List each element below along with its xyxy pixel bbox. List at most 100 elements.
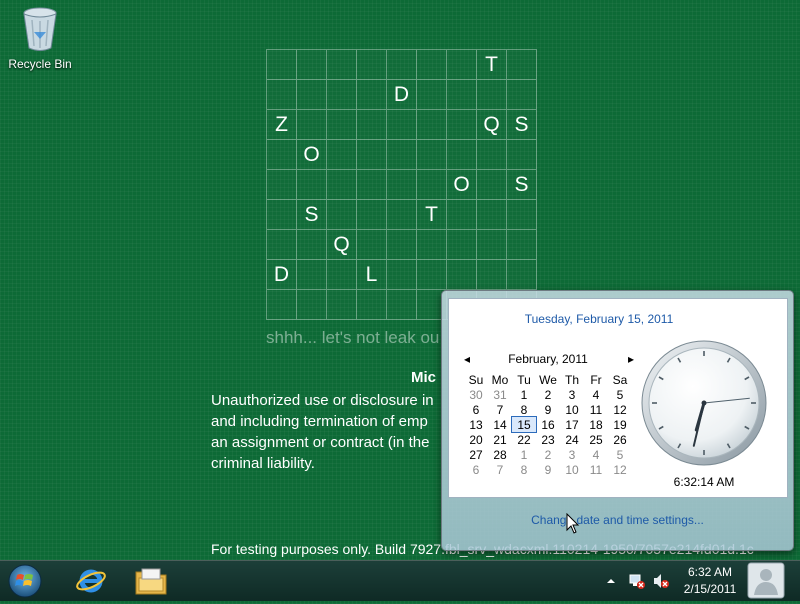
calendar-day[interactable]: 14: [488, 417, 512, 432]
grid-cell: [357, 170, 387, 200]
calendar-day[interactable]: 24: [560, 432, 584, 447]
user-tile-button[interactable]: [746, 562, 786, 599]
show-hidden-icons-button[interactable]: [606, 561, 616, 601]
calendar-day[interactable]: 8: [512, 402, 536, 417]
recycle-bin-icon: [23, 7, 57, 51]
calendar-day[interactable]: 3: [560, 387, 584, 402]
grid-cell: D: [387, 80, 417, 110]
grid-cell: [507, 50, 537, 80]
calendar-day[interactable]: 28: [488, 447, 512, 462]
calendar-day[interactable]: 7: [488, 402, 512, 417]
calendar-day[interactable]: 1: [512, 447, 536, 462]
windows-orb-icon[interactable]: [6, 564, 44, 598]
grid-cell: D: [267, 260, 297, 290]
notice-title: Mic: [411, 369, 437, 386]
calendar-day[interactable]: 6: [464, 402, 488, 417]
popup-content: Tuesday, February 15, 2011 February, 201…: [448, 298, 788, 498]
calendar-day[interactable]: 25: [584, 432, 608, 447]
grid-cell: [357, 200, 387, 230]
grid-cell: [477, 170, 507, 200]
tray-date: 2/15/2011: [683, 582, 737, 596]
grid-cell: [327, 290, 357, 320]
grid-cell: [387, 170, 417, 200]
internet-explorer-button[interactable]: [66, 563, 116, 599]
recycle-bin[interactable]: Recycle Bin: [6, 6, 74, 71]
calendar-day[interactable]: 31: [488, 387, 512, 402]
grid-cell: [477, 230, 507, 260]
calendar-days: 30 31 1 2 3 4 5 6 7 8 9 10 11 12 13 14 15 16 17 18 19 20 21 22 2…: [464, 387, 632, 477]
mouse-cursor-icon: [566, 513, 580, 534]
calendar-day[interactable]: 3: [560, 447, 584, 462]
tray-clock[interactable]: 6:32 AM 2/15/2011: [680, 564, 740, 598]
grid-cell: [387, 200, 417, 230]
calendar-day[interactable]: 2: [536, 447, 560, 462]
grid-cell: [387, 230, 417, 260]
volume-button[interactable]: [652, 561, 670, 601]
network-status-button[interactable]: [628, 561, 646, 601]
calendar-day[interactable]: 5: [608, 387, 632, 402]
calendar-month-label[interactable]: February, 2011: [464, 352, 632, 366]
grid-cell: [417, 50, 447, 80]
calendar-day[interactable]: 6: [464, 462, 488, 477]
calendar-day[interactable]: 12: [608, 402, 632, 417]
grid-cell: [357, 50, 387, 80]
calendar-day[interactable]: 2: [536, 387, 560, 402]
calendar-day[interactable]: 10: [560, 462, 584, 477]
digital-time: 6:32:14 AM: [673, 475, 735, 489]
calendar-day-today[interactable]: 15: [511, 416, 537, 433]
calendar-day[interactable]: 11: [584, 462, 608, 477]
internet-explorer-icon: [76, 569, 106, 593]
volume-muted-icon: [654, 574, 669, 588]
calendar-day[interactable]: 11: [584, 402, 608, 417]
calendar-day[interactable]: 27: [464, 447, 488, 462]
calendar-day[interactable]: 30: [464, 387, 488, 402]
calendar-day[interactable]: 26: [608, 432, 632, 447]
grid-cell: [297, 80, 327, 110]
calendar-week-row: 6 7 8 9 10 11 12: [464, 462, 632, 477]
date-time-popup: Tuesday, February 15, 2011 February, 201…: [441, 290, 794, 551]
calendar-day[interactable]: 13: [464, 417, 488, 432]
calendar-day[interactable]: 19: [608, 417, 632, 432]
calendar-day[interactable]: 10: [560, 402, 584, 417]
calendar-day[interactable]: 4: [584, 447, 608, 462]
calendar-day[interactable]: 20: [464, 432, 488, 447]
grid-cell: [447, 50, 477, 80]
calendar-day[interactable]: 23: [536, 432, 560, 447]
grid-cell: [417, 80, 447, 110]
calendar-day[interactable]: 17: [560, 417, 584, 432]
grid-cell: [327, 50, 357, 80]
tray-time: 6:32 AM: [687, 565, 733, 579]
grid-cell: [327, 110, 357, 140]
weekday-label: Su: [468, 372, 484, 387]
calendar-week-row: 27 28 1 2 3 4 5: [464, 447, 632, 462]
grid-cell: [447, 200, 477, 230]
calendar-day[interactable]: 5: [608, 447, 632, 462]
change-date-time-link[interactable]: Change date and time settings...: [442, 513, 793, 527]
calendar-day[interactable]: 4: [584, 387, 608, 402]
grid-cell: S: [297, 200, 327, 230]
grid-cell: [267, 80, 297, 110]
network-icon: [629, 574, 645, 589]
calendar-week-row: 30 31 1 2 3 4 5: [464, 387, 632, 402]
calendar-day[interactable]: 16: [536, 417, 560, 432]
grid-cell: [447, 110, 477, 140]
next-month-icon[interactable]: ▸: [628, 352, 634, 366]
calendar-day[interactable]: 8: [512, 462, 536, 477]
prev-month-icon[interactable]: ◂: [464, 352, 470, 366]
calendar-day[interactable]: 12: [608, 462, 632, 477]
calendar-day[interactable]: 18: [584, 417, 608, 432]
calendar-day[interactable]: 9: [536, 462, 560, 477]
grid-cell: [327, 260, 357, 290]
popup-full-date[interactable]: Tuesday, February 15, 2011: [449, 312, 749, 326]
grid-cell: [417, 140, 447, 170]
grid-cell: O: [297, 140, 327, 170]
calendar-day[interactable]: 9: [536, 402, 560, 417]
calendar-day[interactable]: 21: [488, 432, 512, 447]
file-explorer-button[interactable]: [126, 563, 176, 599]
calendar-day[interactable]: 1: [512, 387, 536, 402]
calendar-day[interactable]: 7: [488, 462, 512, 477]
show-hidden-arrow-icon: [607, 579, 615, 583]
grid-cell: S: [507, 110, 537, 140]
calendar-day[interactable]: 22: [512, 432, 536, 447]
grid-cell: [297, 50, 327, 80]
